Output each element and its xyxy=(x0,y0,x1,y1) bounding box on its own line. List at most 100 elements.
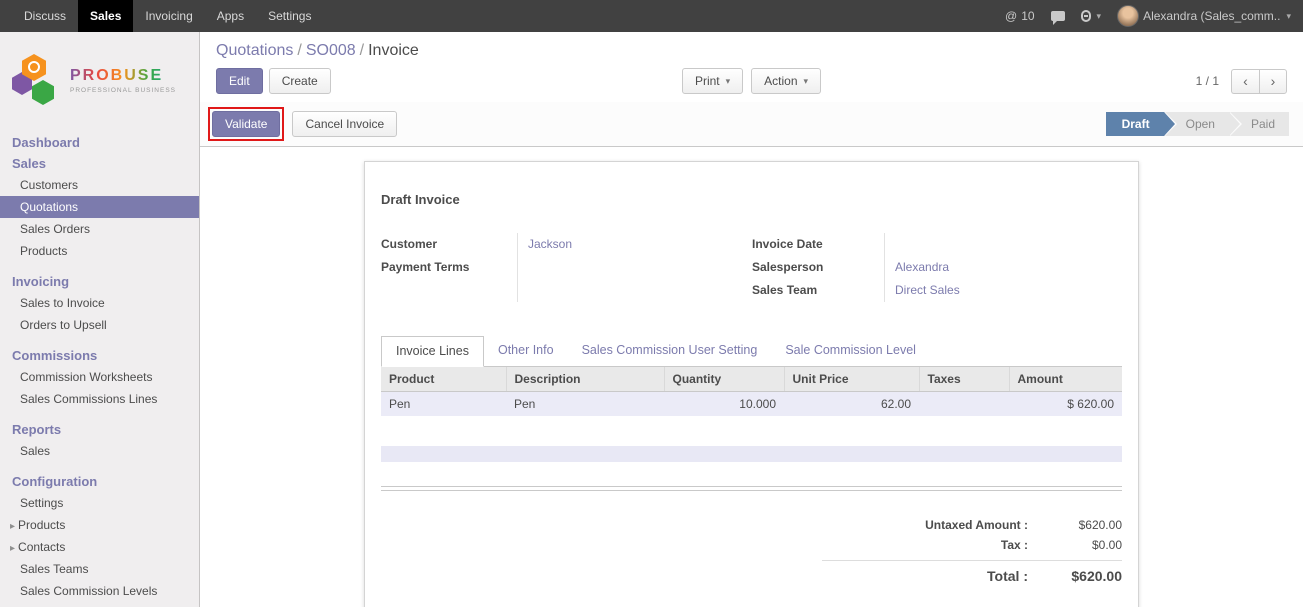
app-logo[interactable]: PROBUSE PROFESSIONAL BUSINESS xyxy=(0,32,199,132)
logo-subtitle: PROFESSIONAL BUSINESS xyxy=(70,87,176,94)
sidebar-item-dashboard[interactable]: Dashboard xyxy=(0,132,199,153)
table-header-row: Product Description Quantity Unit Price … xyxy=(381,367,1122,392)
column-header-quantity[interactable]: Quantity xyxy=(664,367,784,392)
sidebar-item-sales-commissions-lines[interactable]: Sales Commissions Lines xyxy=(0,388,199,410)
sidebar-item-sales-orders[interactable]: Sales Orders xyxy=(0,218,199,240)
statusbar: Draft Open Paid xyxy=(1106,112,1289,136)
status-draft[interactable]: Draft xyxy=(1106,112,1164,136)
sidebar-item-label: Products xyxy=(18,518,65,532)
customer-value[interactable]: Jackson xyxy=(528,233,731,256)
user-menu[interactable]: Alexandra (Sales_comm.. ▾ xyxy=(1117,5,1291,27)
sales-team-label: Sales Team xyxy=(752,279,884,302)
sidebar-heading-invoicing[interactable]: Invoicing xyxy=(0,271,199,292)
control-panel-left: Edit Create xyxy=(216,68,573,94)
action-label: Action xyxy=(764,74,797,88)
sidebar-heading-commissions[interactable]: Commissions xyxy=(0,345,199,366)
sidebar-item-customers[interactable]: Customers xyxy=(0,174,199,196)
top-menu-apps[interactable]: Apps xyxy=(205,0,256,32)
tab-sale-commission-level[interactable]: Sale Commission Level xyxy=(771,336,930,367)
cell-description[interactable]: Pen xyxy=(506,392,664,417)
breadcrumb-separator: / xyxy=(360,42,364,59)
probuse-logo-icon xyxy=(12,54,62,106)
create-button[interactable]: Create xyxy=(269,68,331,94)
top-menu-discuss[interactable]: Discuss xyxy=(12,0,78,32)
invoice-date-value[interactable] xyxy=(895,233,1122,256)
field-labels: Customer Payment Terms xyxy=(381,233,517,302)
column-header-description[interactable]: Description xyxy=(506,367,664,392)
pager-count: 1 / 1 xyxy=(1196,74,1219,88)
debug-icon xyxy=(1081,10,1091,22)
top-menu-sales[interactable]: Sales xyxy=(78,0,133,32)
field-group-right: Invoice Date Salesperson Sales Team Alex… xyxy=(752,233,1122,302)
pager-previous-button[interactable]: ‹ xyxy=(1231,69,1259,94)
sidebar-heading-sales[interactable]: Sales xyxy=(0,153,199,174)
top-menu-settings[interactable]: Settings xyxy=(256,0,323,32)
debug-menu[interactable]: ▾ xyxy=(1081,10,1102,22)
validate-button[interactable]: Validate xyxy=(212,111,280,137)
salesperson-value[interactable]: Alexandra xyxy=(895,256,1122,279)
mention-icon: @ xyxy=(1005,9,1017,23)
caret-down-icon: ▾ xyxy=(804,74,809,88)
print-dropdown[interactable]: Print ▾ xyxy=(682,68,743,94)
caret-down-icon: ▾ xyxy=(1097,11,1102,22)
sidebar-item-sales-teams[interactable]: Sales Teams xyxy=(0,558,199,580)
breadcrumb-separator: / xyxy=(297,42,301,59)
field-values: Jackson xyxy=(517,233,731,302)
sales-team-value[interactable]: Direct Sales xyxy=(895,279,1122,302)
payment-terms-value[interactable] xyxy=(528,256,731,279)
mentions-counter[interactable]: @ 10 xyxy=(1005,9,1035,23)
app-window: Discuss Sales Invoicing Apps Settings @ … xyxy=(0,0,1303,607)
sidebar-item-sales-to-invoice[interactable]: Sales to Invoice xyxy=(0,292,199,314)
column-header-unit-price[interactable]: Unit Price xyxy=(784,367,919,392)
invoice-date-label: Invoice Date xyxy=(752,233,884,256)
total-value: $620.00 xyxy=(1044,568,1122,584)
column-header-product[interactable]: Product xyxy=(381,367,506,392)
cell-quantity[interactable]: 10.000 xyxy=(664,392,784,417)
column-header-amount[interactable]: Amount xyxy=(1009,367,1122,392)
untaxed-amount-row: Untaxed Amount : $620.00 xyxy=(822,515,1122,535)
sidebar-item-commission-worksheets[interactable]: Commission Worksheets xyxy=(0,366,199,388)
sidebar-item-config-products[interactable]: ▸Products xyxy=(0,514,199,536)
edit-button[interactable]: Edit xyxy=(216,68,263,94)
submenu-arrow-icon: ▸ xyxy=(10,521,15,532)
avatar xyxy=(1117,5,1139,27)
cell-unit-price[interactable]: 62.00 xyxy=(784,392,919,417)
breadcrumb-so008[interactable]: SO008 xyxy=(306,42,356,59)
print-label: Print xyxy=(695,74,720,88)
cell-amount[interactable]: $ 620.00 xyxy=(1009,392,1122,417)
tab-other-info[interactable]: Other Info xyxy=(484,336,568,367)
form-view-area: Draft Invoice Customer Payment Terms Jac… xyxy=(200,147,1303,607)
payment-terms-label: Payment Terms xyxy=(381,256,517,279)
sidebar-item-orders-to-upsell[interactable]: Orders to Upsell xyxy=(0,314,199,336)
cell-product[interactable]: Pen xyxy=(381,392,506,417)
sidebar-heading-reports[interactable]: Reports xyxy=(0,419,199,440)
tab-invoice-lines[interactable]: Invoice Lines xyxy=(381,336,484,367)
field-labels: Invoice Date Salesperson Sales Team xyxy=(752,233,884,302)
chat-button[interactable] xyxy=(1051,11,1065,21)
invoice-lines-table: Product Description Quantity Unit Price … xyxy=(381,367,1122,416)
breadcrumb-current: Invoice xyxy=(368,42,419,59)
sidebar-item-sales-commission-levels[interactable]: Sales Commission Levels xyxy=(0,580,199,602)
totals-block: Untaxed Amount : $620.00 Tax : $0.00 Tot… xyxy=(822,515,1122,587)
breadcrumb-quotations[interactable]: Quotations xyxy=(216,42,293,59)
tab-sales-commission-user-setting[interactable]: Sales Commission User Setting xyxy=(568,336,772,367)
table-row[interactable]: Pen Pen 10.000 62.00 $ 620.00 xyxy=(381,392,1122,417)
pager: 1 / 1 ‹ › xyxy=(930,69,1287,94)
top-menu-invoicing[interactable]: Invoicing xyxy=(133,0,204,32)
sidebar-item-quotations[interactable]: Quotations xyxy=(0,196,199,218)
cancel-invoice-button[interactable]: Cancel Invoice xyxy=(292,111,397,137)
sidebar-item-config-contacts[interactable]: ▸Contacts xyxy=(0,536,199,558)
top-navbar: Discuss Sales Invoicing Apps Settings @ … xyxy=(0,0,1303,32)
cell-taxes[interactable] xyxy=(919,392,1009,417)
field-values: Alexandra Direct Sales xyxy=(884,233,1122,302)
sidebar-heading-configuration[interactable]: Configuration xyxy=(0,471,199,492)
column-header-taxes[interactable]: Taxes xyxy=(919,367,1009,392)
submenu-arrow-icon: ▸ xyxy=(10,543,15,554)
mention-count: 10 xyxy=(1021,9,1034,23)
sidebar-item-reports-sales[interactable]: Sales xyxy=(0,440,199,462)
action-dropdown[interactable]: Action ▾ xyxy=(751,68,821,94)
main-content: Quotations/SO008/Invoice Edit Create Pri… xyxy=(200,32,1303,607)
pager-next-button[interactable]: › xyxy=(1259,69,1287,94)
sidebar-item-settings[interactable]: Settings xyxy=(0,492,199,514)
sidebar-item-products[interactable]: Products xyxy=(0,240,199,262)
